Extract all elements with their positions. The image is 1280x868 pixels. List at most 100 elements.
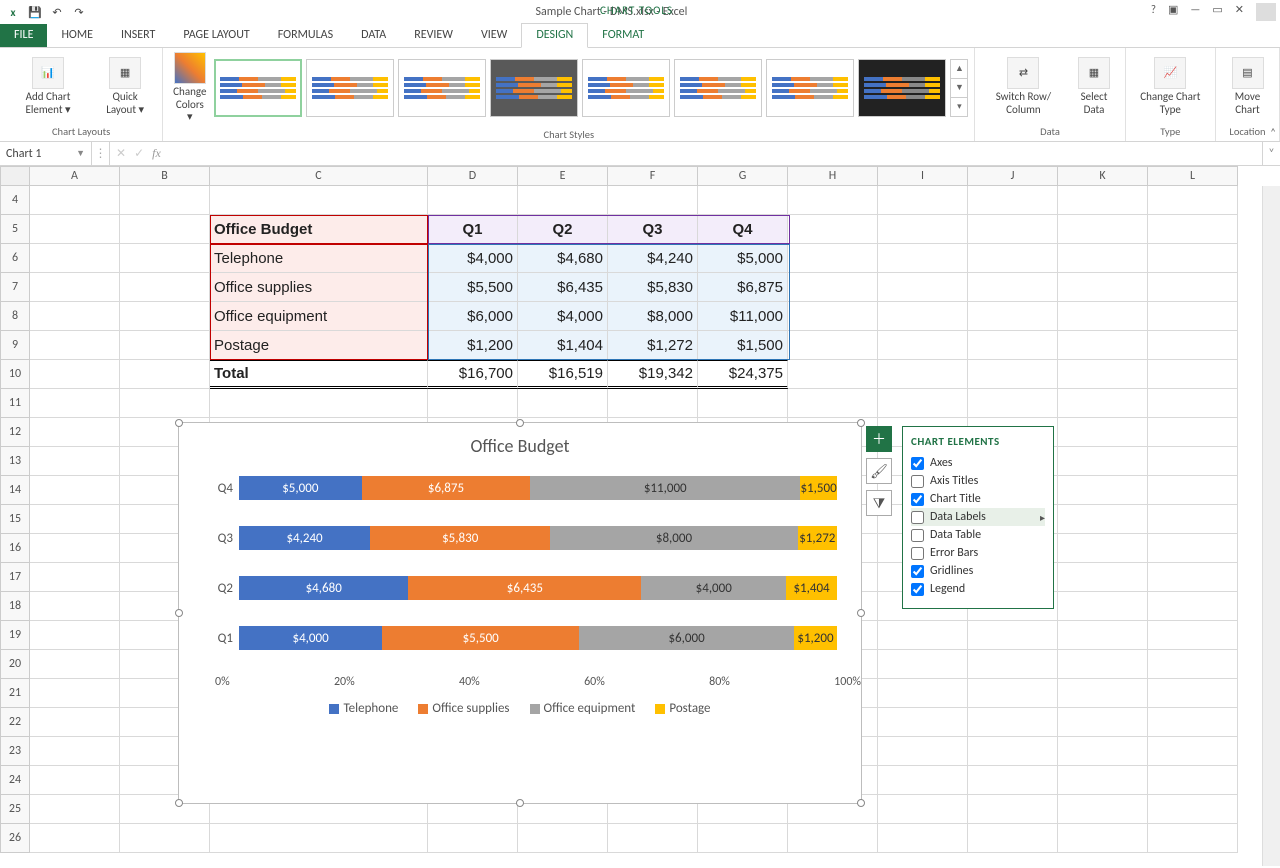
cell-I9[interactable] — [878, 331, 968, 360]
chart-styles-gallery[interactable]: ▲▼▾ — [214, 59, 968, 117]
cell-J22[interactable] — [968, 708, 1058, 737]
cell-J11[interactable] — [968, 389, 1058, 418]
element-axes[interactable]: Axes — [911, 454, 1045, 472]
chart-styles-button[interactable]: 🖌 — [866, 458, 892, 484]
cell-A13[interactable] — [30, 447, 120, 476]
cell-J24[interactable] — [968, 766, 1058, 795]
tab-design[interactable]: DESIGN — [521, 23, 588, 48]
chart-segment-Office supplies[interactable]: $5,500 — [382, 626, 579, 650]
element-error bars[interactable]: Error Bars — [911, 544, 1045, 562]
row-header-24[interactable]: 24 — [0, 766, 30, 795]
cell-L25[interactable] — [1148, 795, 1238, 824]
cell-K24[interactable] — [1058, 766, 1148, 795]
cell-F10[interactable]: $19,342 — [608, 360, 698, 389]
redo-icon[interactable]: ↷ — [70, 3, 88, 21]
chart-filter-button[interactable]: ⧩ — [866, 490, 892, 516]
cell-L6[interactable] — [1148, 244, 1238, 273]
cell-K17[interactable] — [1058, 563, 1148, 592]
cell-H5[interactable] — [788, 215, 878, 244]
col-header-L[interactable]: L — [1148, 166, 1238, 186]
style-thumb-8[interactable] — [858, 59, 946, 117]
row-header-18[interactable]: 18 — [0, 592, 30, 621]
cell-B9[interactable] — [120, 331, 210, 360]
cell-L21[interactable] — [1148, 679, 1238, 708]
cell-B5[interactable] — [120, 215, 210, 244]
row-header-5[interactable]: 5 — [0, 215, 30, 244]
cell-L11[interactable] — [1148, 389, 1238, 418]
cell-G26[interactable] — [698, 824, 788, 853]
legend-item[interactable]: Office equipment — [530, 701, 636, 716]
cell-C11[interactable] — [210, 389, 428, 418]
row-header-26[interactable]: 26 — [0, 824, 30, 853]
cell-K14[interactable] — [1058, 476, 1148, 505]
chart-segment-Postage[interactable]: $1,500 — [800, 476, 837, 500]
row-header-17[interactable]: 17 — [0, 563, 30, 592]
checkbox[interactable] — [911, 493, 924, 506]
switch-row-column-button[interactable]: ⇄Switch Row/ Column — [981, 55, 1065, 118]
cell-I5[interactable] — [878, 215, 968, 244]
element-gridlines[interactable]: Gridlines — [911, 562, 1045, 580]
cell-I19[interactable] — [878, 621, 968, 650]
vertical-scrollbar[interactable] — [1262, 186, 1280, 866]
row-header-12[interactable]: 12 — [0, 418, 30, 447]
close-icon[interactable]: ✕ — [1235, 3, 1244, 21]
cell-I4[interactable] — [878, 186, 968, 215]
chart-legend[interactable]: TelephoneOffice suppliesOffice equipment… — [179, 693, 861, 724]
chevron-right-icon[interactable]: ▸ — [1040, 511, 1045, 524]
cell-L16[interactable] — [1148, 534, 1238, 563]
cell-I25[interactable] — [878, 795, 968, 824]
cell-L15[interactable] — [1148, 505, 1238, 534]
quick-layout-button[interactable]: ▦Quick Layout ▾ — [94, 55, 156, 118]
cell-A23[interactable] — [30, 737, 120, 766]
row-header-16[interactable]: 16 — [0, 534, 30, 563]
cell-A26[interactable] — [30, 824, 120, 853]
cell-A14[interactable] — [30, 476, 120, 505]
cell-L10[interactable] — [1148, 360, 1238, 389]
checkbox[interactable] — [911, 475, 924, 488]
cell-L26[interactable] — [1148, 824, 1238, 853]
minimize-icon[interactable]: — — [1190, 3, 1200, 21]
cell-I11[interactable] — [878, 389, 968, 418]
style-thumb-6[interactable] — [674, 59, 762, 117]
col-header-A[interactable]: A — [30, 166, 120, 186]
row-header-4[interactable]: 4 — [0, 186, 30, 215]
cell-L22[interactable] — [1148, 708, 1238, 737]
row-header-22[interactable]: 22 — [0, 708, 30, 737]
cell-I26[interactable] — [878, 824, 968, 853]
cell-A15[interactable] — [30, 505, 120, 534]
chart-segment-Telephone[interactable]: $4,240 — [239, 526, 370, 550]
cell-L13[interactable] — [1148, 447, 1238, 476]
chart-object[interactable]: Office Budget Q4$5,000$6,875$11,000$1,50… — [178, 422, 862, 804]
checkbox[interactable] — [911, 547, 924, 560]
cell-F4[interactable] — [608, 186, 698, 215]
element-data table[interactable]: Data Table — [911, 526, 1045, 544]
cell-A5[interactable] — [30, 215, 120, 244]
tab-review[interactable]: REVIEW — [400, 24, 467, 47]
formula-expand-icon[interactable]: ˅ — [1262, 142, 1280, 165]
tab-file[interactable]: FILE — [0, 24, 47, 47]
tab-format[interactable]: FORMAT — [588, 24, 658, 47]
chart-segment-Postage[interactable]: $1,272 — [798, 526, 837, 550]
undo-icon[interactable]: ↶ — [48, 3, 66, 21]
cell-H4[interactable] — [788, 186, 878, 215]
style-thumb-7[interactable] — [766, 59, 854, 117]
cell-I10[interactable] — [878, 360, 968, 389]
row-header-11[interactable]: 11 — [0, 389, 30, 418]
cell-A24[interactable] — [30, 766, 120, 795]
cell-I8[interactable] — [878, 302, 968, 331]
cell-I24[interactable] — [878, 766, 968, 795]
cell-L19[interactable] — [1148, 621, 1238, 650]
row-header-23[interactable]: 23 — [0, 737, 30, 766]
tab-insert[interactable]: INSERT — [107, 24, 169, 47]
chart-segment-Office supplies[interactable]: $6,875 — [362, 476, 531, 500]
cell-L9[interactable] — [1148, 331, 1238, 360]
col-header-E[interactable]: E — [518, 166, 608, 186]
cell-A22[interactable] — [30, 708, 120, 737]
ribbon-display-icon[interactable]: ▣ — [1168, 3, 1178, 21]
chart-segment-Postage[interactable]: $1,200 — [794, 626, 837, 650]
cell-K25[interactable] — [1058, 795, 1148, 824]
chart-segment-Office supplies[interactable]: $6,435 — [408, 576, 641, 600]
cell-L24[interactable] — [1148, 766, 1238, 795]
tab-home[interactable]: HOME — [47, 24, 107, 47]
row-header-6[interactable]: 6 — [0, 244, 30, 273]
